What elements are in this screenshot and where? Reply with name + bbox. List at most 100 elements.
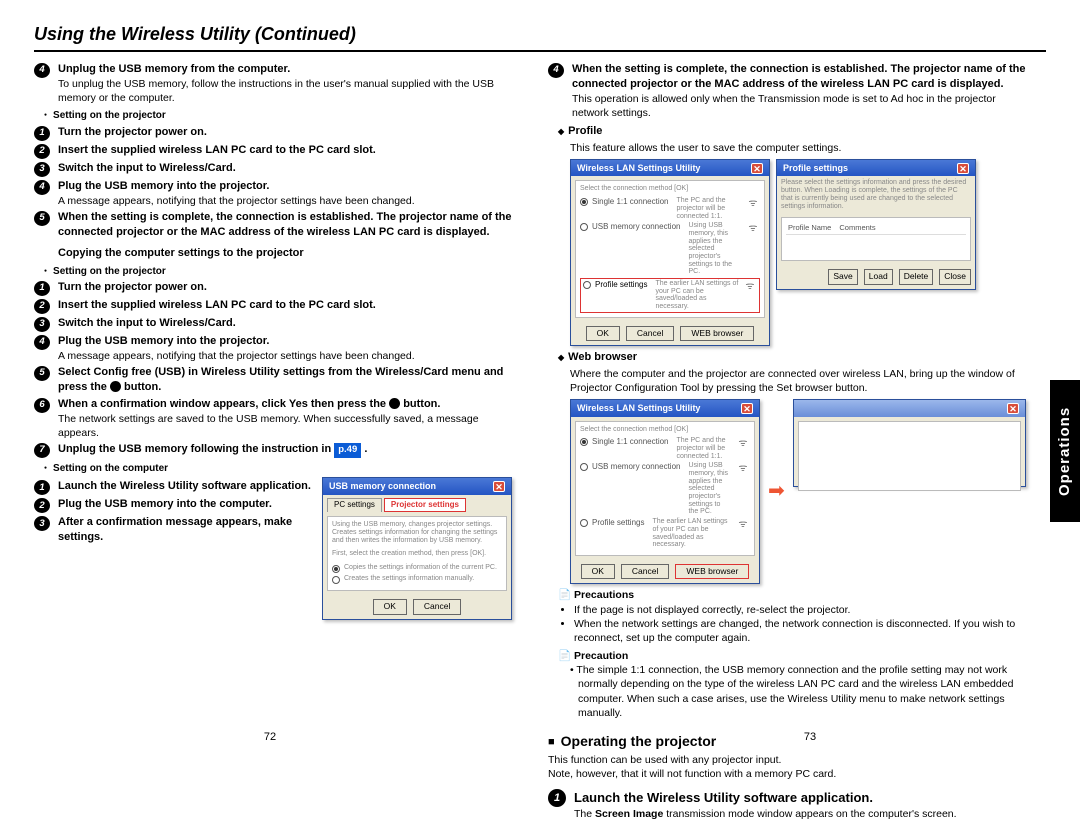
precautions-heading: 📄 Precautions [558, 588, 1026, 602]
radio-icon[interactable] [580, 463, 588, 471]
setting-computer-label: Setting on the computer [44, 462, 512, 476]
setting-projector-label: Setting on the projector [44, 109, 512, 123]
pc-step2-icon: 2 [34, 498, 50, 513]
save-button[interactable]: Save [828, 269, 857, 284]
cancel-button[interactable]: Cancel [626, 326, 674, 341]
wlan-opt1: Single 1:1 connection [592, 197, 669, 208]
step-num-4b-icon: 4 [34, 180, 50, 195]
wlan-opt3: Profile settings [595, 280, 647, 291]
antenna-icon: ᯤ [746, 197, 760, 211]
r-step4-icon: 4 [548, 63, 564, 78]
close-icon[interactable]: ✕ [1007, 403, 1019, 414]
profile-heading: Profile [558, 124, 1026, 139]
cancel-button[interactable]: Cancel [621, 564, 669, 579]
radio-icon[interactable] [332, 565, 340, 573]
pc-step3: After a confirmation message appears, ma… [58, 515, 316, 545]
proj-step1: Turn the projector power on. [58, 125, 512, 141]
precaution-2: When the network settings are changed, t… [574, 617, 1026, 645]
profile-body: This feature allows the user to save the… [570, 141, 1026, 155]
step-num-3-icon: 3 [34, 162, 50, 177]
ok-button[interactable]: OK [586, 326, 620, 341]
close-icon[interactable]: ✕ [957, 163, 969, 174]
col-comments: Comments [839, 223, 875, 233]
arrow-right-icon: ➡ [768, 478, 785, 505]
radio-icon[interactable] [580, 438, 588, 446]
proj-step4: Plug the USB memory into the projector. [58, 179, 512, 194]
profile-dlg-title: Profile settings [783, 162, 848, 174]
proj-step2: Insert the supplied wireless LAN PC card… [58, 143, 512, 159]
right-column: 4 When the setting is complete, the conn… [548, 60, 1046, 731]
web-browser-heading: Web browser [558, 350, 1026, 365]
pc-step1-icon: 1 [34, 480, 50, 495]
left-column: 4 Unplug the USB memory from the compute… [34, 60, 512, 731]
c-step1-icon: 1 [34, 281, 50, 296]
usb-opt1: Copies the settings information of the c… [344, 564, 497, 572]
load-button[interactable]: Load [864, 269, 893, 284]
section-tab-operations: Operations [1050, 380, 1080, 522]
wlan-opt2: USB memory connection [592, 222, 680, 233]
c-step5: Select Config free (USB) in Wireless Uti… [58, 365, 512, 395]
close-button[interactable]: Close [939, 269, 971, 284]
close-icon[interactable]: ✕ [751, 163, 763, 174]
wlan-settings-dialog: Wireless LAN Settings Utility ✕ Select th… [570, 159, 770, 346]
ok-button[interactable]: OK [373, 599, 407, 614]
radio-icon[interactable] [332, 576, 340, 584]
usb-memory-dialog: USB memory connection ✕ PC settings Proj… [322, 477, 512, 619]
op-line2: Note, however, that it will not function… [548, 767, 1026, 781]
antenna-icon: ᯤ [736, 437, 750, 451]
web-browser-button[interactable]: WEB browser [675, 564, 749, 579]
antenna-icon: ᯤ [736, 462, 750, 476]
step-num-5-icon: 5 [34, 211, 50, 226]
tab-pc-settings[interactable]: PC settings [327, 498, 382, 513]
delete-button[interactable]: Delete [899, 269, 934, 284]
r-step4-body: This operation is allowed only when the … [572, 92, 1026, 120]
ok-button[interactable]: OK [581, 564, 615, 579]
c-step2-icon: 2 [34, 299, 50, 314]
precaution-1: If the page is not displayed correctly, … [574, 603, 1026, 617]
wlan-title: Wireless LAN Settings Utility [577, 162, 700, 174]
c-step7: Unplug the USB memory following the inst… [58, 442, 512, 458]
step-num-4-icon: 4 [34, 63, 50, 78]
tab-projector-settings[interactable]: Projector settings [384, 498, 466, 513]
c-step6-body: The network settings are saved to the US… [58, 412, 512, 440]
c-step1: Turn the projector power on. [58, 280, 512, 296]
op-line1: This function can be used with any proje… [548, 753, 1026, 767]
c-step5-icon: 5 [34, 366, 50, 381]
page-title: Using the Wireless Utility (Continued) [34, 22, 1046, 52]
page-49-link[interactable]: p.49 [334, 443, 361, 458]
big-step-1-icon: 1 [548, 789, 566, 807]
antenna-icon: ᯤ [746, 222, 760, 236]
wlan-settings-dialog-2: Wireless LAN Settings Utility✕ Select th… [570, 399, 760, 584]
r-step4: When the setting is complete, the connec… [572, 62, 1026, 92]
c-step3: Switch the input to Wireless/Card. [58, 316, 512, 332]
page-number-left: 72 [264, 730, 276, 745]
radio-icon[interactable] [580, 223, 588, 231]
usb-dialog-desc1: Using the USB memory, changes projector … [332, 521, 502, 544]
precaution-single-heading: 📄 Precaution [558, 649, 1026, 663]
cancel-button[interactable]: Cancel [413, 599, 461, 614]
step4-title: Unplug the USB memory from the computer. [58, 62, 512, 77]
col-profile-name: Profile Name [788, 223, 831, 233]
radio-icon[interactable] [580, 198, 588, 206]
c-step4-body: A message appears, notifying that the pr… [58, 349, 512, 363]
wlan-hdr: Select the connection method [OK] [580, 185, 760, 193]
radio-icon[interactable] [583, 281, 591, 289]
big-step-sub: The Screen Image transmission mode windo… [574, 807, 1026, 821]
web-browser-button[interactable]: WEB browser [680, 326, 754, 341]
profile-settings-dialog: Profile settings ✕ Please select the sett… [776, 159, 976, 289]
c-step4-icon: 4 [34, 335, 50, 350]
close-icon[interactable]: ✕ [493, 481, 505, 492]
enter-button-icon [110, 381, 121, 392]
close-icon[interactable]: ✕ [741, 403, 753, 414]
step4-body: To unplug the USB memory, follow the ins… [58, 77, 512, 105]
precaution-single-text: The simple 1:1 connection, the USB memor… [578, 663, 1026, 720]
browser-window: ✕ [793, 399, 1026, 487]
profile-desc: Please select the settings information a… [777, 176, 975, 213]
pc-step1: Launch the Wireless Utility software app… [58, 479, 316, 495]
radio-icon[interactable] [580, 519, 588, 527]
antenna-icon: ᯤ [736, 518, 750, 532]
page-number-right: 73 [804, 730, 816, 745]
setting-projector-label-2: Setting on the projector [44, 265, 512, 279]
usb-opt2: Creates the settings information manuall… [344, 575, 474, 583]
usb-dialog-title: USB memory connection [329, 480, 436, 492]
